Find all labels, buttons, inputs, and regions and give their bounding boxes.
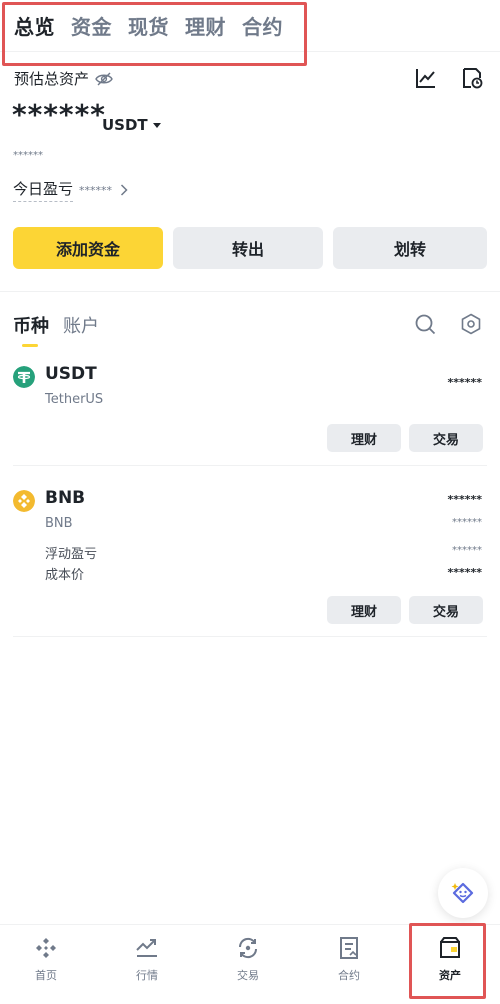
asset-sub-tabs: 币种 账户 <box>13 312 113 347</box>
nav-label: 行情 <box>136 969 158 982</box>
nav-futures[interactable]: 合约 <box>309 935 389 983</box>
search-icon[interactable] <box>414 313 436 335</box>
transfer-button[interactable]: 划转 <box>333 227 487 269</box>
balance-secondary: ****** <box>13 150 43 161</box>
coin-value: ****** <box>447 493 482 506</box>
tab-futures[interactable]: 合约 <box>242 11 283 40</box>
tab-overview[interactable]: 总览 <box>14 11 55 40</box>
bnb-earn-button[interactable]: 理财 <box>327 596 401 624</box>
cost-price-value: ****** <box>447 566 482 579</box>
nav-label: 交易 <box>237 969 259 982</box>
nav-trade[interactable]: 交易 <box>208 935 288 983</box>
caret-down-icon <box>152 122 161 128</box>
coin-fullname: TetherUS <box>45 392 104 407</box>
estimated-assets-header: 预估总资产 <box>14 68 113 89</box>
add-funds-button[interactable]: 添加资金 <box>13 227 163 269</box>
nav-home[interactable]: 首页 <box>6 935 86 983</box>
futures-icon <box>340 937 358 959</box>
coin-value-secondary: ****** <box>452 517 482 528</box>
estimated-assets-label: 预估总资产 <box>14 70 90 88</box>
tab-spot[interactable]: 现货 <box>128 11 169 40</box>
settings-hex-icon[interactable] <box>460 313 482 335</box>
eye-hidden-icon[interactable] <box>95 72 113 86</box>
home-icon <box>36 938 56 958</box>
chevron-right-icon <box>120 184 128 196</box>
section-divider <box>0 291 500 292</box>
cost-price-label: 成本价 <box>45 568 85 583</box>
markets-icon <box>136 939 157 957</box>
top-tab-bar: 总览 资金 现货 理财 合约 <box>0 0 500 52</box>
usdt-trade-button[interactable]: 交易 <box>409 424 483 452</box>
wallet-icon <box>440 937 460 958</box>
tab-accounts[interactable]: 账户 <box>63 312 99 338</box>
usdt-earn-button[interactable]: 理财 <box>327 424 401 452</box>
nav-label: 合约 <box>338 969 360 982</box>
tab-coins[interactable]: 币种 <box>13 312 49 347</box>
ai-sparkle-icon <box>451 882 474 904</box>
float-pnl-label: 浮动盈亏 <box>45 547 98 562</box>
coin-symbol: USDT <box>45 364 97 384</box>
bnb-trade-button[interactable]: 交易 <box>409 596 483 624</box>
currency-selector[interactable]: USDT <box>102 116 161 134</box>
pnl-chart-icon[interactable] <box>414 66 438 90</box>
history-icon[interactable] <box>460 66 484 90</box>
row-divider <box>13 636 487 637</box>
today-pnl-value: ****** <box>79 183 113 197</box>
nav-assets[interactable]: 资产 <box>410 935 490 983</box>
nav-markets[interactable]: 行情 <box>107 935 187 983</box>
tab-earn[interactable]: 理财 <box>185 11 226 40</box>
usdt-logo-icon <box>13 366 35 388</box>
today-pnl-label: 今日盈亏 <box>13 178 74 202</box>
float-pnl-value: ****** <box>452 545 482 556</box>
coin-fullname: BNB <box>45 516 73 531</box>
coin-value: ****** <box>447 376 482 389</box>
row-divider <box>13 465 487 466</box>
today-pnl-row[interactable]: 今日盈亏 ****** <box>13 178 128 202</box>
tab-funding[interactable]: 资金 <box>71 11 112 40</box>
total-balance: ****** <box>12 98 106 131</box>
trade-icon <box>238 937 258 959</box>
coin-symbol: BNB <box>45 488 86 508</box>
bnb-logo-icon <box>13 490 35 512</box>
bottom-nav: 首页 行情 交易 合约 资产 <box>0 924 500 1004</box>
ai-assistant-button[interactable] <box>438 868 488 918</box>
withdraw-button[interactable]: 转出 <box>173 227 323 269</box>
currency-label: USDT <box>102 116 148 134</box>
nav-label: 首页 <box>35 969 57 982</box>
nav-label: 资产 <box>439 969 461 982</box>
